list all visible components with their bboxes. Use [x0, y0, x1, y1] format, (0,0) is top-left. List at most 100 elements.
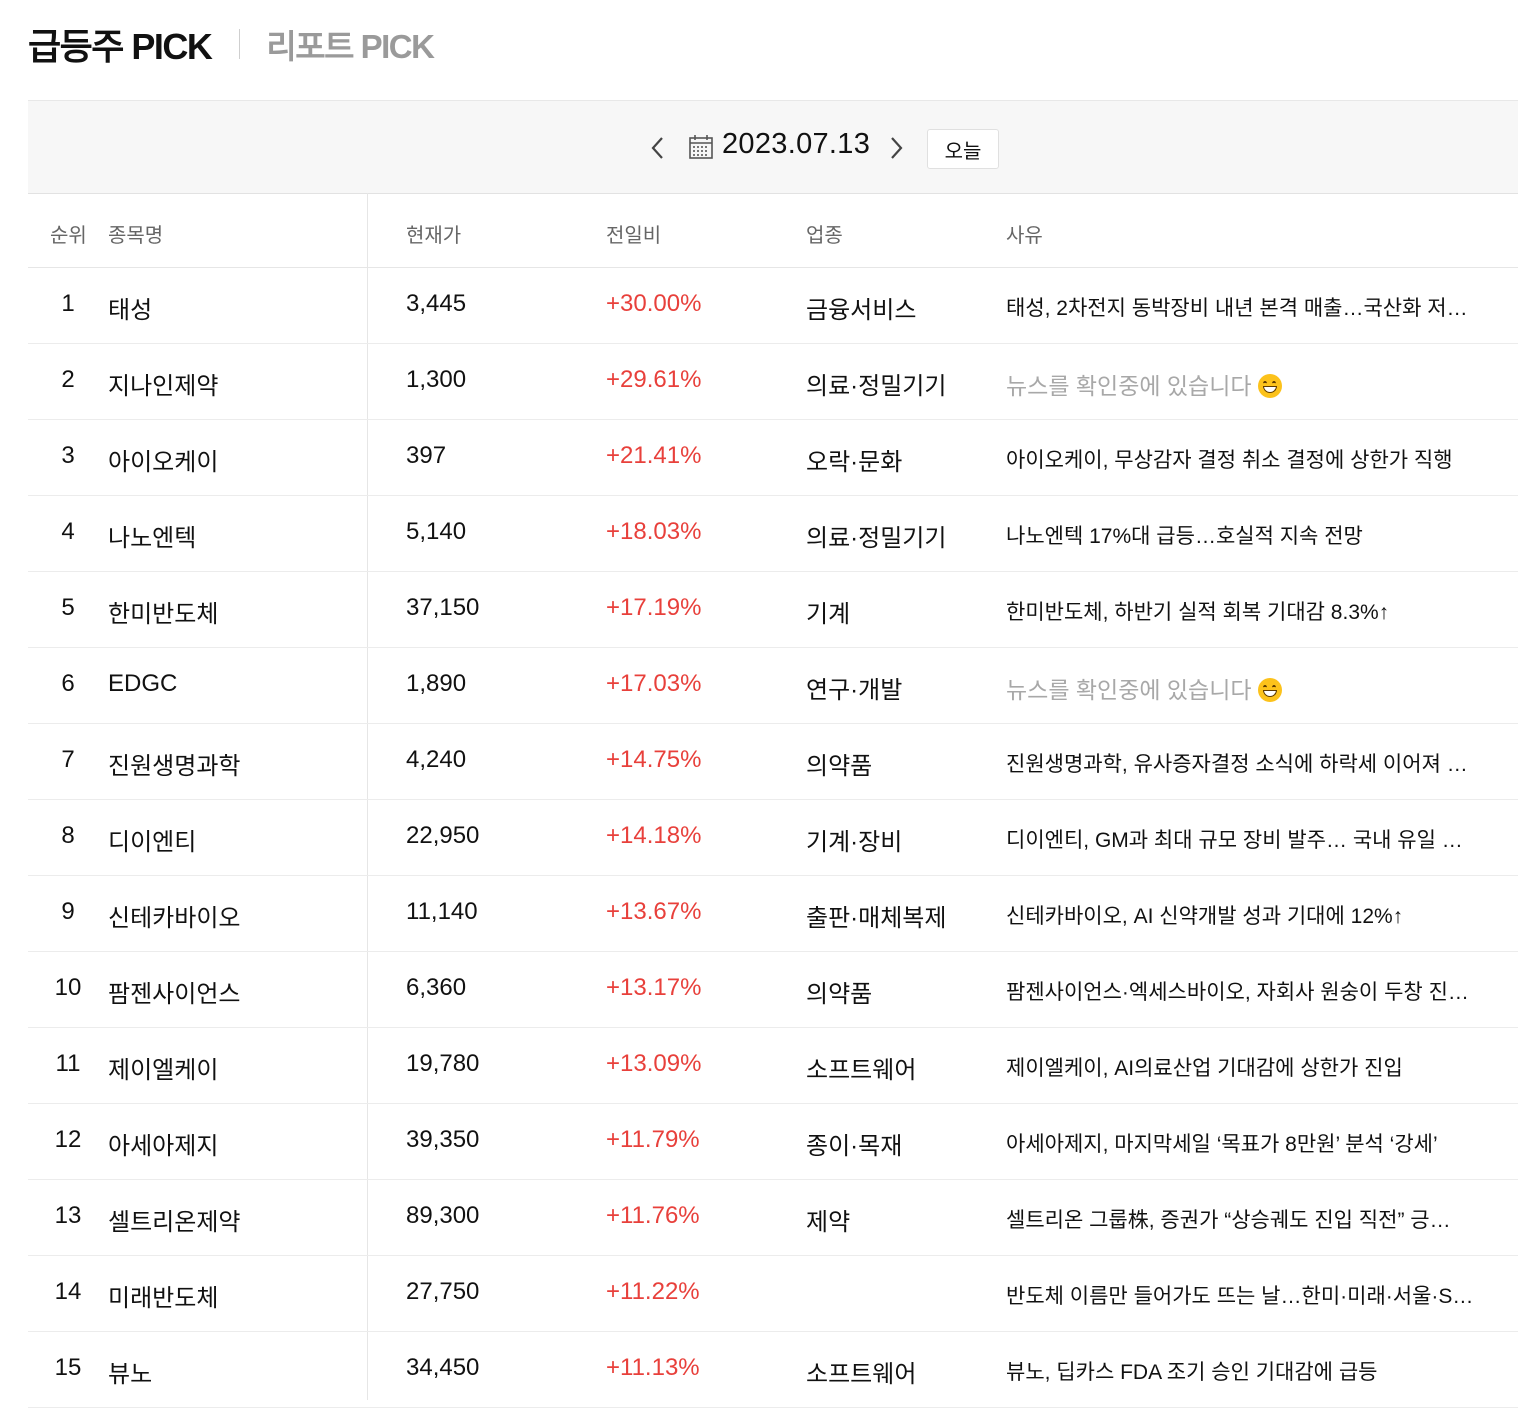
header-reason: 사유	[1006, 225, 1043, 247]
date-navigator: 2023.07.13 오늘	[28, 100, 1518, 194]
price-cell: 37,150	[406, 594, 480, 621]
reason-link[interactable]: 팜젠사이언스·엑세스바이오, 자회사 원숭이 두창 진…	[1006, 976, 1506, 1006]
reason-link[interactable]: 반도체 이름만 들어가도 뜨는 날…한미·미래·서울·S…	[1006, 1280, 1506, 1310]
header-sector: 업종	[806, 225, 843, 247]
reason-link[interactable]: 아세아제지, 마지막세일 ‘목표가 8만원’ 분석 ‘강세’	[1006, 1128, 1506, 1158]
reason-pending: 뉴스를 확인중에 있습니다	[1006, 671, 1506, 705]
change-cell: +11.22%	[606, 1278, 700, 1305]
change-cell: +29.61%	[606, 366, 702, 393]
stock-name-link[interactable]: 미래반도체	[108, 1278, 218, 1313]
price-cell: 27,750	[406, 1278, 480, 1305]
stock-name-link[interactable]: 셀트리온제약	[108, 1202, 240, 1237]
stock-name-link[interactable]: 디이엔티	[108, 822, 196, 857]
table-row[interactable]: 9 신테카바이오 11,140 +13.67% 출판·매체복제 신테카바이오, AI 신약…	[28, 876, 1518, 952]
reason-link[interactable]: 진원생명과학, 유사증자결정 소식에 하락세 이어져 …	[1006, 748, 1506, 778]
reason-link[interactable]: 뷰노, 딥카스 FDA 조기 승인 기대감에 급등	[1006, 1356, 1506, 1386]
calendar-icon[interactable]	[688, 134, 714, 160]
price-cell: 5,140	[406, 518, 467, 545]
reason-link[interactable]: 태성, 2차전지 동박장비 내년 본격 매출…국산화 저…	[1006, 292, 1506, 322]
reason-link[interactable]: 셀트리온 그룹株, 증권가 “상승궤도 진입 직전” 긍…	[1006, 1204, 1506, 1234]
price-cell: 34,450	[406, 1354, 480, 1381]
rank-cell: 11	[55, 1050, 81, 1077]
reason-link[interactable]: 아이오케이, 무상감자 결정 취소 결정에 상한가 직행	[1006, 444, 1506, 474]
header-rank: 순위	[50, 225, 87, 247]
tab-surge-pick[interactable]: 급등주 PICK	[28, 18, 213, 70]
price-cell: 22,950	[406, 822, 480, 849]
reason-link[interactable]: 한미반도체, 하반기 실적 회복 기대감 8.3%↑	[1006, 596, 1506, 626]
table-row[interactable]: 8 디이엔티 22,950 +14.18% 기계·장비 디이엔티, GM과 최대 규모 장…	[28, 800, 1518, 876]
sector-cell: 의약품	[806, 981, 873, 1008]
rank-cell: 14	[54, 1278, 82, 1305]
change-cell: +11.76%	[606, 1202, 700, 1229]
sector-cell: 소프트웨어	[806, 1057, 917, 1084]
rank-cell: 13	[54, 1202, 82, 1229]
stock-name-link[interactable]: 신테카바이오	[108, 898, 240, 933]
rank-cell: 12	[54, 1126, 82, 1153]
rank-cell: 3	[61, 442, 75, 469]
price-cell: 89,300	[406, 1202, 480, 1229]
price-cell: 1,300	[406, 366, 467, 393]
change-cell: +17.03%	[606, 670, 702, 697]
stock-name-link[interactable]: 뷰노	[108, 1354, 152, 1389]
reason-link[interactable]: 디이엔티, GM과 최대 규모 장비 발주… 국내 유일 …	[1006, 824, 1506, 854]
stock-name-link[interactable]: 한미반도체	[108, 594, 218, 629]
stock-name-link[interactable]: 진원생명과학	[108, 746, 240, 781]
sector-cell: 연구·개발	[806, 677, 903, 704]
change-cell: +14.75%	[606, 746, 702, 773]
reason-link[interactable]: 제이엘케이, AI의료산업 기대감에 상한가 진입	[1006, 1052, 1506, 1082]
table-row[interactable]: 11 제이엘케이 19,780 +13.09% 소프트웨어 제이엘케이, AI의료산업 기…	[28, 1028, 1518, 1104]
table-row[interactable]: 13 셀트리온제약 89,300 +11.76% 제약 셀트리온 그룹株, 증권가 “상승…	[28, 1180, 1518, 1256]
rank-cell: 4	[61, 518, 75, 545]
price-cell: 39,350	[406, 1126, 480, 1153]
price-cell: 3,445	[406, 290, 467, 317]
table-row[interactable]: 10 팜젠사이언스 6,360 +13.17% 의약품 팜젠사이언스·엑세스바이오, 자회…	[28, 952, 1518, 1028]
stock-name-link[interactable]: EDGC	[108, 670, 177, 698]
sector-cell: 금융서비스	[806, 297, 917, 324]
table-row[interactable]: 2 지나인제약 1,300 +29.61% 의료·정밀기기 뉴스를 확인중에 있습니다	[28, 344, 1518, 420]
change-cell: +21.41%	[606, 442, 702, 469]
table-row[interactable]: 6 EDGC 1,890 +17.03% 연구·개발 뉴스를 확인중에 있습니다	[28, 648, 1518, 724]
table-row[interactable]: 12 아세아제지 39,350 +11.79% 종이·목재 아세아제지, 마지막세일 ‘목…	[28, 1104, 1518, 1180]
table-row[interactable]: 5 한미반도체 37,150 +17.19% 기계 한미반도체, 하반기 실적 회복 기대…	[28, 572, 1518, 648]
stock-name-link[interactable]: 아이오케이	[108, 442, 218, 477]
surge-stock-table: 순위 종목명 현재가 전일비 업종 사유 1 태성 3,445 +30.00% 금융서비…	[28, 193, 1518, 1408]
sector-cell: 종이·목재	[806, 1133, 903, 1160]
chevron-left-icon[interactable]	[648, 135, 668, 161]
reason-text: 뉴스를 확인중에 있습니다	[1006, 677, 1252, 703]
sector-cell: 오락·문화	[806, 449, 903, 476]
rank-cell: 10	[54, 974, 82, 1001]
reason-link[interactable]: 나노엔텍 17%대 급등…호실적 지속 전망	[1006, 520, 1506, 550]
table-row[interactable]: 14 미래반도체 27,750 +11.22% 반도체 이름만 들어가도 뜨는 날…한미…	[28, 1256, 1518, 1332]
rank-cell: 1	[61, 290, 75, 317]
stock-name-link[interactable]: 아세아제지	[108, 1126, 218, 1161]
tab-divider	[239, 29, 241, 59]
sector-cell: 소프트웨어	[806, 1361, 917, 1388]
chevron-right-icon[interactable]	[886, 135, 906, 161]
table-row[interactable]: 4 나노엔텍 5,140 +18.03% 의료·정밀기기 나노엔텍 17%대 급등…호실적…	[28, 496, 1518, 572]
sector-cell: 제약	[806, 1209, 851, 1236]
table-header: 순위 종목명 현재가 전일비 업종 사유	[28, 193, 1518, 268]
change-cell: +13.09%	[606, 1050, 702, 1077]
change-cell: +13.67%	[606, 898, 702, 925]
stock-name-link[interactable]: 태성	[108, 290, 152, 325]
current-date[interactable]: 2023.07.13	[722, 128, 870, 161]
stock-name-link[interactable]: 나노엔텍	[108, 518, 196, 553]
sector-cell: 기계	[806, 601, 851, 628]
table-row[interactable]: 1 태성 3,445 +30.00% 금융서비스 태성, 2차전지 동박장비 내년 본격 …	[28, 268, 1518, 344]
reason-link[interactable]: 신테카바이오, AI 신약개발 성과 기대에 12%↑	[1006, 900, 1506, 930]
tab-report-pick[interactable]: 리포트 PICK	[266, 20, 435, 68]
stock-name-link[interactable]: 팜젠사이언스	[108, 974, 240, 1009]
rank-cell: 8	[61, 822, 75, 849]
header-change: 전일비	[606, 225, 662, 247]
price-cell: 4,240	[406, 746, 467, 773]
price-cell: 397	[406, 442, 447, 469]
today-button[interactable]: 오늘	[927, 129, 999, 169]
rank-cell: 5	[61, 594, 75, 621]
table-row[interactable]: 7 진원생명과학 4,240 +14.75% 의약품 진원생명과학, 유사증자결정 소식에…	[28, 724, 1518, 800]
table-row[interactable]: 3 아이오케이 397 +21.41% 오락·문화 아이오케이, 무상감자 결정 취소 결…	[28, 420, 1518, 496]
table-row[interactable]: 15 뷰노 34,450 +11.13% 소프트웨어 뷰노, 딥카스 FDA 조기 승인 …	[28, 1332, 1518, 1408]
change-cell: +14.18%	[606, 822, 702, 849]
price-cell: 6,360	[406, 974, 467, 1001]
stock-name-link[interactable]: 지나인제약	[108, 366, 218, 401]
stock-name-link[interactable]: 제이엘케이	[108, 1050, 218, 1085]
